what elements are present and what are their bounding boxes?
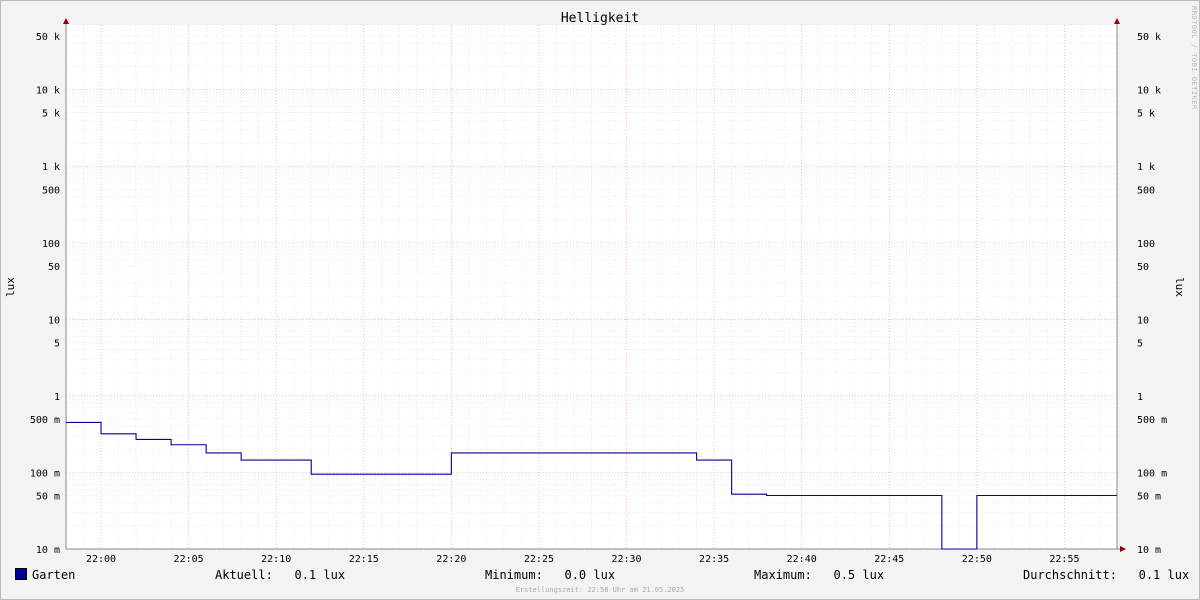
- y-tick-label-right: 100: [1137, 239, 1155, 250]
- y-tick-label-right: 5: [1137, 338, 1143, 349]
- y-tick-label-left: 500 m: [30, 415, 60, 426]
- maximum-label: Maximum:: [754, 568, 812, 582]
- x-tick-label: 22:30: [611, 554, 641, 565]
- y-tick-label-left: 50: [48, 262, 60, 273]
- y-tick-label-right: 500 m: [1137, 415, 1167, 426]
- x-tick-label: 22:15: [349, 554, 379, 565]
- y-tick-label-right: 50 k: [1137, 32, 1161, 43]
- y-tick-label-right: 1 k: [1137, 162, 1155, 173]
- y-tick-label-right: 10: [1137, 315, 1149, 326]
- legend-series: Garten: [15, 568, 75, 582]
- x-tick-label: 22:00: [86, 554, 116, 565]
- aktuell-value: 0.1 lux: [294, 568, 346, 582]
- legend-maximum: Maximum: 0.5 lux: [754, 568, 884, 582]
- minimum-value: 0.0 lux: [564, 568, 616, 582]
- chart-svg: 50 k 50 k 10 k 10 k 5 k 5 k 1 k 1 k 500 500 100 100…: [4, 18, 1186, 565]
- maximum-value: 0.5 lux: [833, 568, 885, 582]
- legend-series-name: Garten: [32, 568, 76, 582]
- y-tick-label-left: 50 m: [36, 491, 60, 502]
- legend-minimum: Minimum: 0.0 lux: [485, 568, 615, 582]
- y-tick-label-right: 500: [1137, 185, 1155, 196]
- x-axis-arrow: [1120, 546, 1126, 552]
- y-tick-label-left: 5 k: [42, 109, 60, 120]
- y-tick-label-right: 1: [1137, 392, 1143, 403]
- x-tick-label: 22:10: [261, 554, 291, 565]
- footer-timestamp: Erstellungszeit: 22:58 Uhr am 21.05.2025: [515, 586, 685, 594]
- y-axis-label-right: lux: [1173, 277, 1186, 297]
- x-tick-label: 22:05: [174, 554, 204, 565]
- durchschnitt-value: 0.1 lux: [1138, 568, 1190, 582]
- x-tick-label: 22:45: [874, 554, 904, 565]
- y-tick-label-right: 50: [1137, 262, 1149, 273]
- y-tick-label-left: 10 k: [36, 86, 60, 97]
- y-tick-label-right: 10 k: [1137, 86, 1161, 97]
- y-tick-label-left: 10: [48, 315, 60, 326]
- x-tick-label: 22:25: [524, 554, 554, 565]
- y-axis-arrow-left: [63, 18, 69, 24]
- y-tick-label-left: 1: [54, 392, 60, 403]
- y-tick-label-left: 100 m: [30, 468, 60, 479]
- y-tick-label-left: 500: [42, 185, 60, 196]
- minimum-label: Minimum:: [485, 568, 543, 582]
- y-axis-arrow-right: [1114, 18, 1120, 24]
- x-tick-label: 22:20: [436, 554, 466, 565]
- x-tick-label: 22:50: [962, 554, 992, 565]
- y-tick-label-right: 100 m: [1137, 468, 1167, 479]
- legend-aktuell: Aktuell: 0.1 lux: [215, 568, 345, 582]
- y-tick-label-right: 50 m: [1137, 491, 1161, 502]
- y-axis-label-left: lux: [4, 277, 17, 297]
- y-tick-label-left: 5: [54, 338, 60, 349]
- y-tick-label-right: 10 m: [1137, 545, 1161, 556]
- aktuell-label: Aktuell:: [215, 568, 273, 582]
- durchschnitt-label: Durchschnitt:: [1023, 568, 1117, 582]
- x-tick-label: 22:55: [1049, 554, 1079, 565]
- y-tick-label-left: 100: [42, 239, 60, 250]
- y-tick-label-right: 5 k: [1137, 109, 1155, 120]
- legend-durchschnitt: Durchschnitt: 0.1 lux: [1023, 568, 1189, 582]
- y-tick-label-left: 1 k: [42, 162, 60, 173]
- x-tick-label: 22:40: [787, 554, 817, 565]
- y-tick-label-left: 50 k: [36, 32, 60, 43]
- y-tick-label-left: 10 m: [36, 545, 60, 556]
- legend-swatch: [15, 568, 27, 580]
- x-tick-label: 22:35: [699, 554, 729, 565]
